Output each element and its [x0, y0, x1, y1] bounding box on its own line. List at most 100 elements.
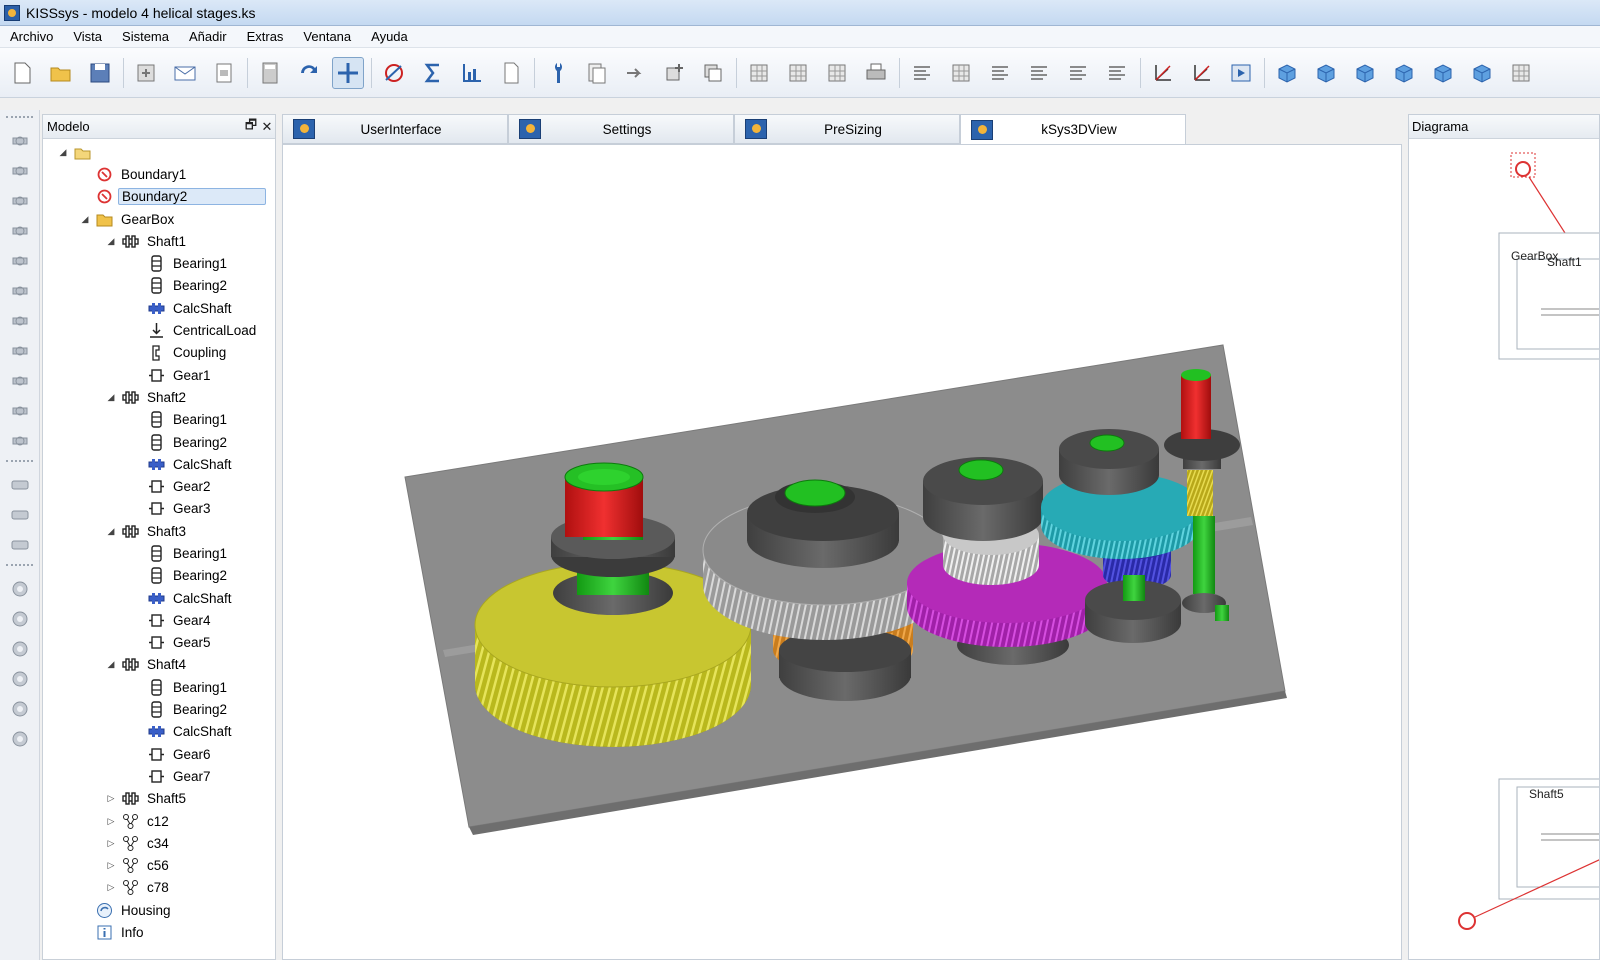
tab-ksys3dview[interactable]: kSys3DView: [960, 114, 1186, 145]
expand-closed-icon[interactable]: ▷: [105, 860, 117, 871]
open-folder-button[interactable]: [45, 57, 77, 89]
tree-node-info[interactable]: Info: [43, 921, 275, 943]
gearbox-3d-scene[interactable]: [283, 145, 1403, 960]
tree-node-boundary2[interactable]: Boundary2: [43, 186, 275, 208]
shaft-tool-2-icon[interactable]: [9, 160, 31, 182]
tree-node-coupling[interactable]: Coupling: [43, 342, 275, 364]
worm-tool-icon[interactable]: [9, 370, 31, 392]
align-center-button[interactable]: [1062, 57, 1094, 89]
copy-button[interactable]: [697, 57, 729, 89]
tree-node-c12[interactable]: ▷ c12: [43, 810, 275, 832]
coupling-tool-icon[interactable]: [9, 474, 31, 496]
calculator-button[interactable]: [254, 57, 286, 89]
tree-node-boundary1[interactable]: Boundary1: [43, 163, 275, 185]
tree-node-gear3[interactable]: Gear3: [43, 498, 275, 520]
circle-3-tool-icon[interactable]: [9, 638, 31, 660]
shaft-intermediate-2[interactable]: [923, 457, 1043, 541]
move-button[interactable]: [332, 56, 364, 89]
view-rotate-button[interactable]: [1505, 57, 1537, 89]
menu-sistema[interactable]: Sistema: [112, 29, 179, 44]
erase-button[interactable]: [945, 57, 977, 89]
tree-node-gear1[interactable]: Gear1: [43, 364, 275, 386]
expand-open-icon[interactable]: ◢: [57, 147, 69, 158]
tree-node-bearing1[interactable]: Bearing1: [43, 676, 275, 698]
tree-node-calcshaft[interactable]: CalcShaft: [43, 587, 275, 609]
app-icon[interactable]: [4, 4, 20, 21]
expand-closed-icon[interactable]: ▷: [105, 838, 117, 849]
refresh-button[interactable]: [293, 57, 325, 89]
export-button[interactable]: [130, 57, 162, 89]
tab-userinterface[interactable]: UserInterface: [282, 114, 508, 144]
menu-archivo[interactable]: Archivo: [0, 29, 63, 44]
table-edit-button[interactable]: [821, 57, 853, 89]
tab-presizing[interactable]: PreSizing: [734, 114, 960, 144]
tree-node-bearing2[interactable]: Bearing2: [43, 431, 275, 453]
align-right-button[interactable]: [1101, 57, 1133, 89]
view-cube-back-button[interactable]: [1466, 57, 1498, 89]
tree-node-c78[interactable]: ▷ c78: [43, 877, 275, 899]
menu-ventana[interactable]: Ventana: [293, 29, 361, 44]
tab-settings[interactable]: Settings: [508, 114, 734, 144]
view-cube-side-button[interactable]: [1349, 57, 1381, 89]
tree-node-calcshaft[interactable]: CalcShaft: [43, 721, 275, 743]
gear-2-tool-icon[interactable]: [9, 698, 31, 720]
expand-open-icon[interactable]: ◢: [105, 526, 117, 537]
expand-open-icon[interactable]: ◢: [105, 392, 117, 403]
expand-closed-icon[interactable]: ▷: [105, 816, 117, 827]
bearing-tool-icon[interactable]: [9, 190, 31, 212]
view-cube-top-button[interactable]: [1310, 57, 1342, 89]
expand-open-icon[interactable]: ◢: [105, 659, 117, 670]
shaft5-node[interactable]: [1516, 786, 1600, 888]
menu-ayuda[interactable]: Ayuda: [361, 29, 418, 44]
new-file-button[interactable]: [6, 57, 38, 89]
toolbox-grip[interactable]: [6, 116, 33, 122]
planet-tool-icon[interactable]: [9, 250, 31, 272]
tree-node-shaft5[interactable]: ▷ Shaft5: [43, 788, 275, 810]
coupling-3-tool-icon[interactable]: [9, 534, 31, 556]
menu-anadir[interactable]: Añadir: [179, 29, 237, 44]
planet-2-tool-icon[interactable]: [9, 280, 31, 302]
expand-closed-icon[interactable]: ▷: [105, 793, 117, 804]
tree-node-gear5[interactable]: Gear5: [43, 632, 275, 654]
view-cube-iso-button[interactable]: [1427, 57, 1459, 89]
shaft-tool-icon[interactable]: [9, 130, 31, 152]
chart-button[interactable]: [456, 57, 488, 89]
report-button[interactable]: [580, 57, 612, 89]
cube-add-button[interactable]: [658, 57, 690, 89]
menu-vista[interactable]: Vista: [63, 29, 112, 44]
coupling-2-tool-icon[interactable]: [9, 504, 31, 526]
expand-open-icon[interactable]: ◢: [105, 236, 117, 247]
boundary-node[interactable]: [1510, 152, 1536, 178]
tree-node-gear2[interactable]: Gear2: [43, 475, 275, 497]
tree-node-centricalload[interactable]: CentricalLoad: [43, 319, 275, 341]
toolbox-grip[interactable]: [6, 460, 33, 466]
tree-node-bearing2[interactable]: Bearing2: [43, 275, 275, 297]
3d-view-canvas[interactable]: [282, 144, 1402, 960]
connector-tool-icon[interactable]: [9, 430, 31, 452]
tree-node-c34[interactable]: ▷ c34: [43, 832, 275, 854]
expand-open-icon[interactable]: ◢: [79, 214, 91, 225]
tree-node-bearing1[interactable]: Bearing1: [43, 252, 275, 274]
gear-3-tool-icon[interactable]: [9, 728, 31, 750]
print-setup-button[interactable]: [208, 57, 240, 89]
circle-tool-icon[interactable]: [9, 578, 31, 600]
toolbox-grip[interactable]: [6, 564, 33, 570]
tree-node-bearing1[interactable]: Bearing1: [43, 409, 275, 431]
tree-node-c56[interactable]: ▷ c56: [43, 855, 275, 877]
view-cube-wire-button[interactable]: [1388, 57, 1420, 89]
align-left-button[interactable]: [1023, 57, 1055, 89]
kiss-calc-button[interactable]: [378, 57, 410, 89]
arrow-button[interactable]: [619, 57, 651, 89]
text-underline-button[interactable]: [984, 57, 1016, 89]
spring-tool-icon[interactable]: [9, 400, 31, 422]
close-panel-icon[interactable]: ✕: [259, 119, 275, 135]
axes-zx-button[interactable]: [1147, 57, 1179, 89]
tree-node-root[interactable]: ◢: [43, 141, 275, 163]
mail-button[interactable]: [169, 57, 201, 89]
tree-node-calcshaft[interactable]: CalcShaft: [43, 453, 275, 475]
wheel-tool-icon[interactable]: [9, 310, 31, 332]
tree-node-shaft3[interactable]: ◢ Shaft3: [43, 520, 275, 542]
tree-node-gear6[interactable]: Gear6: [43, 743, 275, 765]
tree-node-bearing1[interactable]: Bearing1: [43, 542, 275, 564]
tree-node-shaft1[interactable]: ◢ Shaft1: [43, 230, 275, 252]
